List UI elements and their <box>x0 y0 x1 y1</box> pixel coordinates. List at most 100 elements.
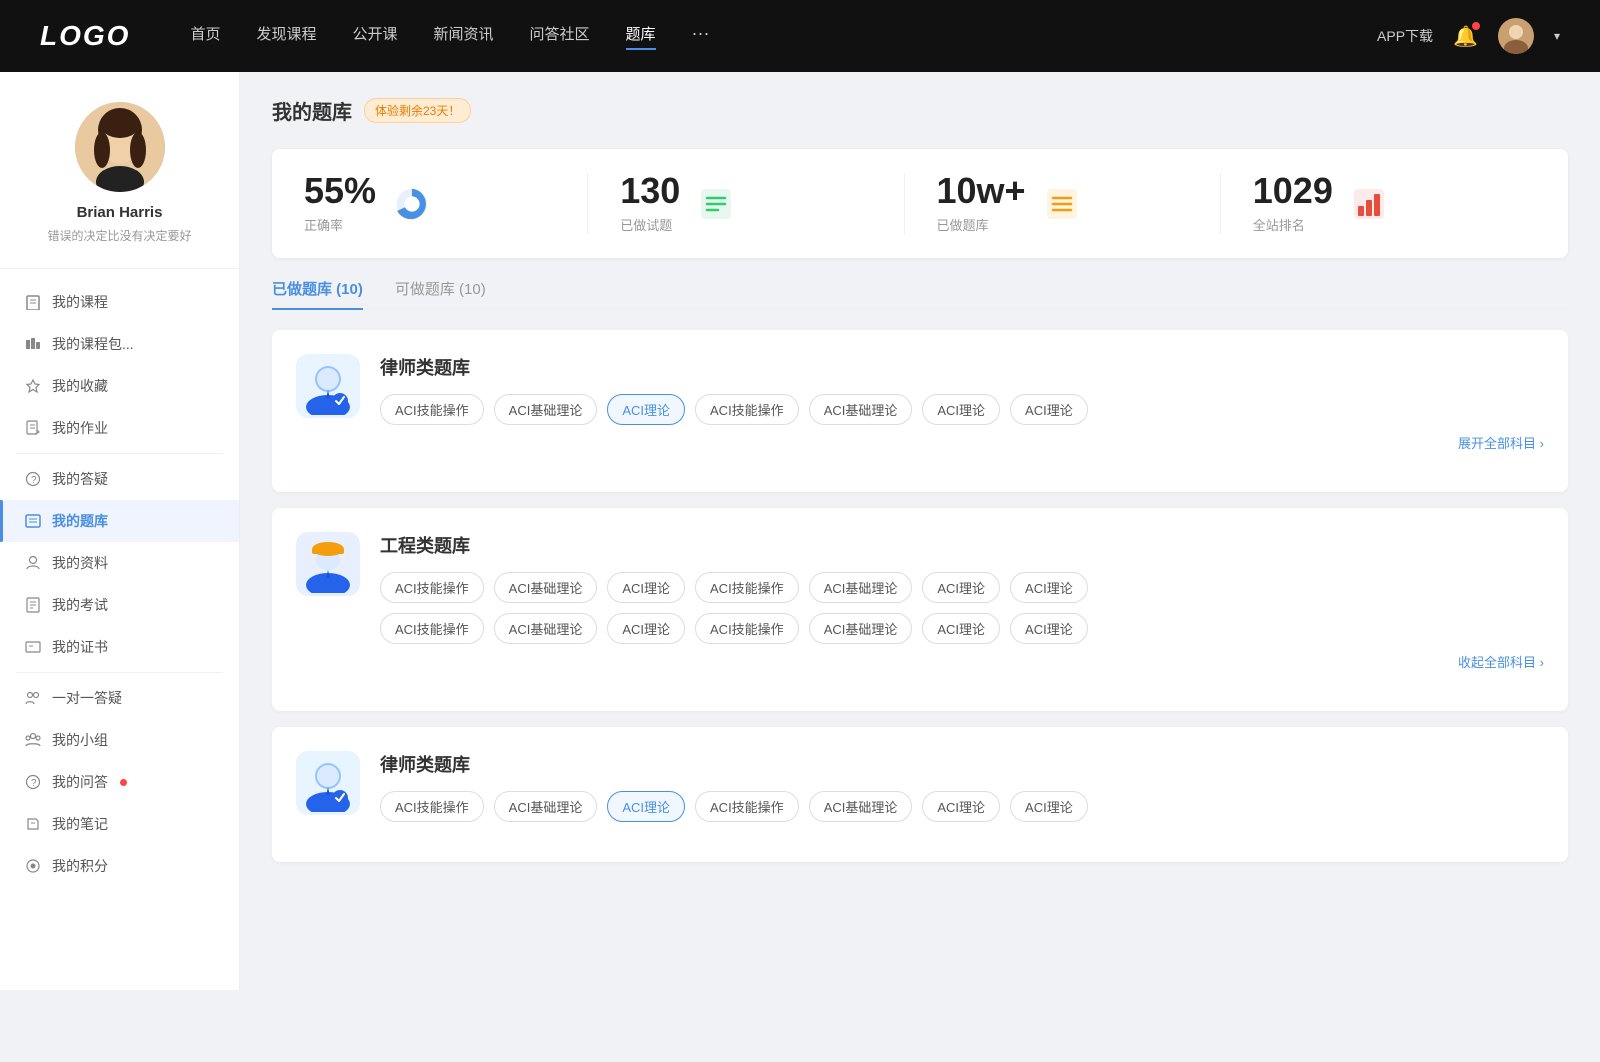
bank-tag[interactable]: ACI基础理论 <box>809 791 913 822</box>
bank-tag[interactable]: ACI技能操作 <box>695 613 799 644</box>
stat-rank: 1029 全站排名 <box>1220 173 1536 234</box>
sidebar-item-question-bank[interactable]: 我的题库 <box>0 500 239 542</box>
bank-title-engineer1: 工程类题库 <box>380 532 1544 558</box>
bank-header-lawyer1: 律师类题库 ACI技能操作 ACI基础理论 ACI理论 ACI技能操作 ACI基… <box>296 354 1544 452</box>
sidebar-item-label: 一对一答疑 <box>52 688 122 708</box>
sidebar-item-label: 我的证书 <box>52 637 108 657</box>
bank-tag[interactable]: ACI技能操作 <box>380 572 484 603</box>
page-layout: Brian Harris 错误的决定比没有决定要好 我的课程 我的课程包... <box>0 72 1600 990</box>
bank-tag[interactable]: ACI理论 <box>1010 613 1088 644</box>
tab-available-banks[interactable]: 可做题库 (10) <box>395 278 486 309</box>
sidebar-item-notes[interactable]: 我的笔记 <box>0 803 239 845</box>
stat-rank-label: 全站排名 <box>1253 215 1333 234</box>
bank-expand-lawyer1[interactable]: 展开全部科目 › <box>380 433 1544 452</box>
bank-tag[interactable]: ACI理论 <box>922 572 1000 603</box>
user-menu-chevron[interactable]: ▾ <box>1554 29 1560 43</box>
sidebar-item-course-package[interactable]: 我的课程包... <box>0 323 239 365</box>
notification-dot <box>1472 22 1480 30</box>
bank-tag[interactable]: ACI基础理论 <box>494 791 598 822</box>
stat-done-banks-label: 已做题库 <box>937 215 1026 234</box>
sidebar: Brian Harris 错误的决定比没有决定要好 我的课程 我的课程包... <box>0 72 240 990</box>
user-name: Brian Harris <box>20 204 219 221</box>
avatar[interactable] <box>1498 18 1534 54</box>
sidebar-item-exam[interactable]: 我的考试 <box>0 584 239 626</box>
avatar-photo <box>75 102 165 192</box>
list-green-icon <box>698 186 734 222</box>
bank-tag[interactable]: ACI技能操作 <box>380 791 484 822</box>
bank-tag[interactable]: ACI基础理论 <box>809 572 913 603</box>
bank-title-lawyer2: 律师类题库 <box>380 751 1544 777</box>
sidebar-item-favorites[interactable]: 我的收藏 <box>0 365 239 407</box>
bank-tag[interactable]: ACI基础理论 <box>809 613 913 644</box>
sidebar-item-label: 我的收藏 <box>52 376 108 396</box>
bank-tag[interactable]: ACI技能操作 <box>695 394 799 425</box>
bank-tag[interactable]: ACI技能操作 <box>380 394 484 425</box>
stat-accuracy-value: 55% <box>304 173 376 209</box>
bank-tag[interactable]: ACI技能操作 <box>695 572 799 603</box>
profile-avatar <box>75 102 165 192</box>
stats-bar: 55% 正确率 130 已做试题 <box>272 149 1568 258</box>
stat-done-questions: 130 已做试题 <box>587 173 903 234</box>
avatar-image <box>1498 18 1534 54</box>
sidebar-item-my-qa[interactable]: ? 我的问答 <box>0 761 239 803</box>
engineer-icon <box>302 535 354 593</box>
trial-badge: 体验剩余23天！ <box>364 98 471 123</box>
nav-opencourse[interactable]: 公开课 <box>352 23 397 50</box>
sidebar-divider <box>16 453 223 454</box>
nav-discover[interactable]: 发现课程 <box>256 23 316 50</box>
sidebar-item-qa[interactable]: ? 我的答疑 <box>0 458 239 500</box>
bank-tag[interactable]: ACI技能操作 <box>695 791 799 822</box>
notification-bell[interactable]: 🔔 <box>1453 24 1478 49</box>
bank-tag[interactable]: ACI理论 <box>1010 394 1088 425</box>
page-header: 我的题库 体验剩余23天！ <box>272 96 1568 125</box>
bank-tag-active[interactable]: ACI理论 <box>607 394 685 425</box>
bank-tag[interactable]: ACI基础理论 <box>494 394 598 425</box>
tab-done-banks[interactable]: 已做题库 (10) <box>272 278 363 309</box>
stat-rank-values: 1029 全站排名 <box>1253 173 1333 234</box>
notes-icon <box>24 815 42 833</box>
bank-tag[interactable]: ACI技能操作 <box>380 613 484 644</box>
exam-icon <box>24 596 42 614</box>
sidebar-item-certificate[interactable]: 我的证书 <box>0 626 239 668</box>
stat-done-banks-icon-area <box>1040 182 1084 226</box>
sidebar-item-homework[interactable]: 我的作业 <box>0 407 239 449</box>
bank-tag[interactable]: ACI基础理论 <box>494 613 598 644</box>
sidebar-item-group[interactable]: 我的小组 <box>0 719 239 761</box>
bank-tag[interactable]: ACI理论 <box>922 613 1000 644</box>
stat-accuracy-icon-area <box>390 182 434 226</box>
sidebar-profile: Brian Harris 错误的决定比没有决定要好 <box>0 102 239 269</box>
bank-tag[interactable]: ACI基础理论 <box>809 394 913 425</box>
bank-tag-active[interactable]: ACI理论 <box>607 791 685 822</box>
bank-content-lawyer2: 律师类题库 ACI技能操作 ACI基础理论 ACI理论 ACI技能操作 ACI基… <box>380 751 1544 822</box>
bank-tag[interactable]: ACI理论 <box>607 572 685 603</box>
page-title: 我的题库 <box>272 96 352 125</box>
sidebar-item-label: 我的小组 <box>52 730 108 750</box>
main-content: 我的题库 体验剩余23天！ 55% 正确率 <box>240 72 1600 990</box>
bank-tag[interactable]: ACI基础理论 <box>494 572 598 603</box>
sidebar-item-profile[interactable]: 我的资料 <box>0 542 239 584</box>
nav-home[interactable]: 首页 <box>190 23 220 50</box>
navbar: LOGO 首页 发现课程 公开课 新闻资讯 问答社区 题库 ··· APP下载 … <box>0 0 1600 72</box>
bank-tag[interactable]: ACI理论 <box>607 613 685 644</box>
qa-notification-dot <box>120 779 127 786</box>
homework-icon <box>24 419 42 437</box>
sidebar-item-my-course[interactable]: 我的课程 <box>0 281 239 323</box>
logo[interactable]: LOGO <box>40 20 130 52</box>
bank-content-lawyer1: 律师类题库 ACI技能操作 ACI基础理论 ACI理论 ACI技能操作 ACI基… <box>380 354 1544 452</box>
bank-collapse-engineer1[interactable]: 收起全部科目 › <box>380 652 1544 671</box>
bank-tag[interactable]: ACI理论 <box>1010 791 1088 822</box>
nav-bank[interactable]: 题库 <box>626 23 656 50</box>
stat-rank-icon-area <box>1347 182 1391 226</box>
sidebar-item-points[interactable]: 我的积分 <box>0 845 239 887</box>
sidebar-item-one-on-one[interactable]: 一对一答疑 <box>0 677 239 719</box>
bank-tag[interactable]: ACI理论 <box>922 791 1000 822</box>
nav-news[interactable]: 新闻资讯 <box>434 23 494 50</box>
bank-header-engineer1: 工程类题库 ACI技能操作 ACI基础理论 ACI理论 ACI技能操作 ACI基… <box>296 532 1544 671</box>
nav-more[interactable]: ··· <box>692 23 710 50</box>
sidebar-item-label: 我的课程 <box>52 292 108 312</box>
nav-qa[interactable]: 问答社区 <box>530 23 590 50</box>
bank-tag[interactable]: ACI理论 <box>922 394 1000 425</box>
app-download-button[interactable]: APP下载 <box>1377 26 1433 46</box>
bank-tag[interactable]: ACI理论 <box>1010 572 1088 603</box>
stat-done-questions-label: 已做试题 <box>620 215 680 234</box>
